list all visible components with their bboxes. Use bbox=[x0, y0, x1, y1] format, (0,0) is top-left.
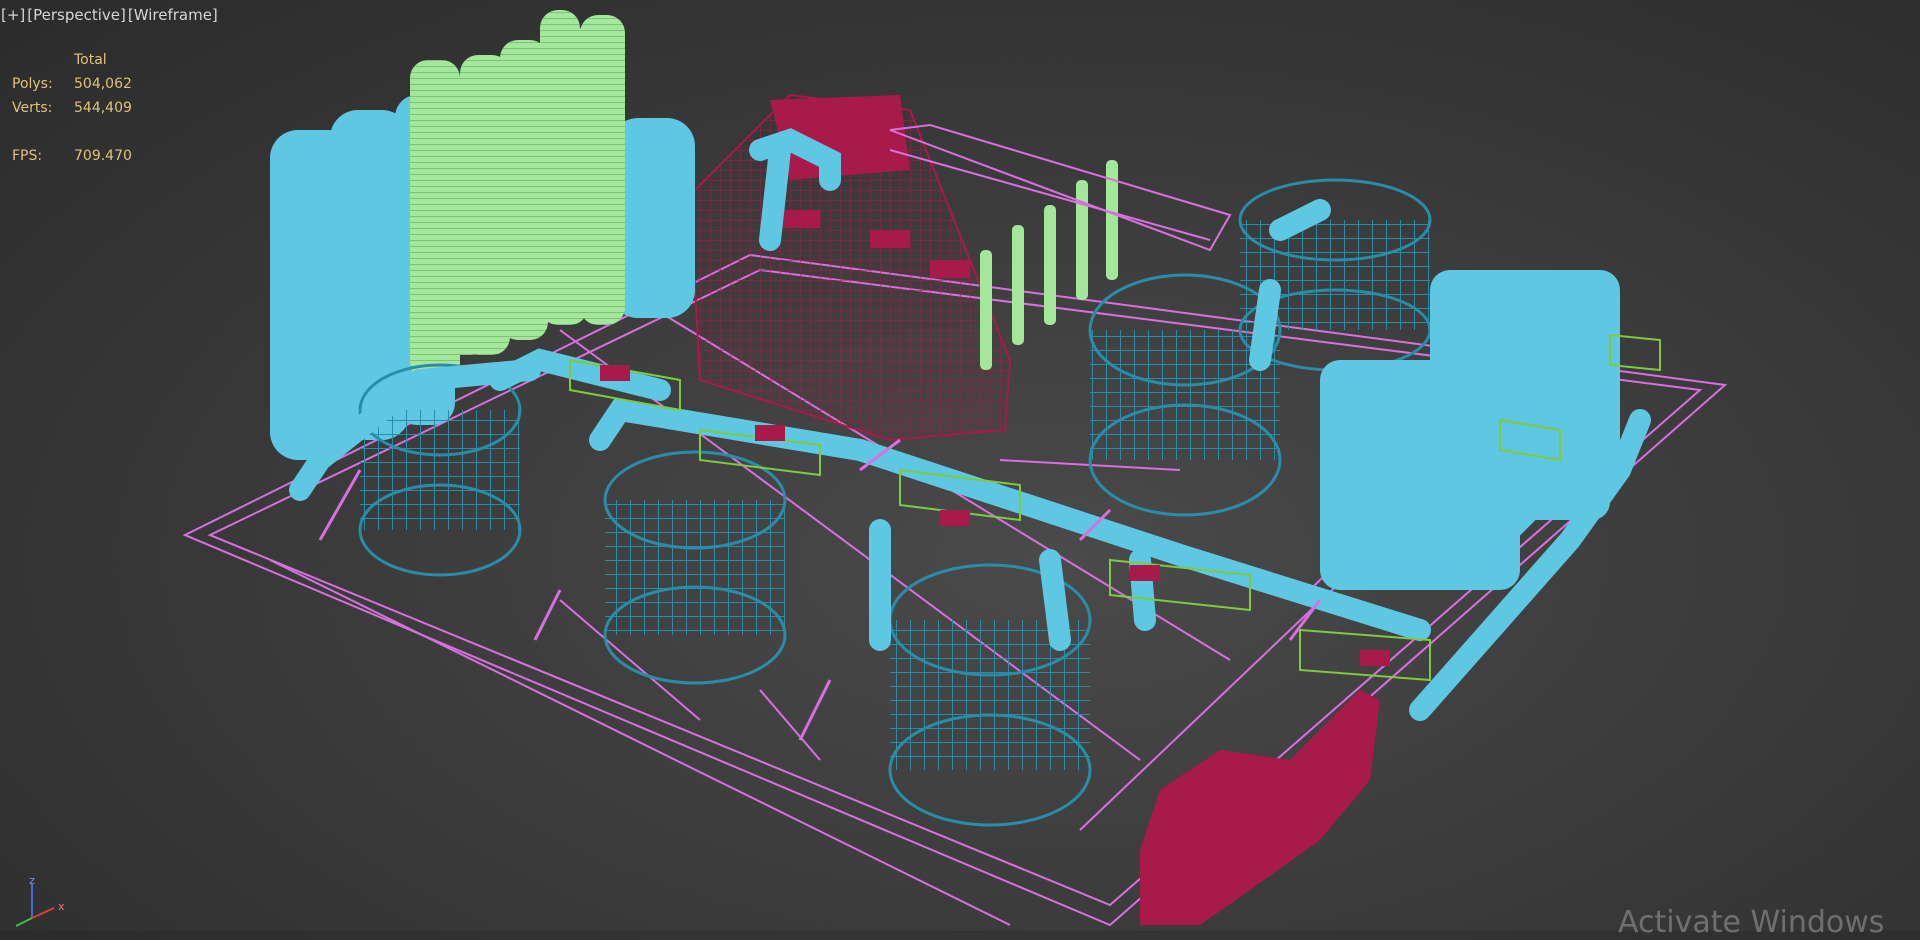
tank-2 bbox=[603, 450, 787, 685]
viewport-scene[interactable] bbox=[0, 0, 1920, 931]
crimson-equipment bbox=[1140, 690, 1380, 925]
activate-windows-watermark: Activate Windows bbox=[1618, 905, 1885, 940]
gizmo-x-label: x bbox=[58, 900, 64, 913]
axis-gizmo-icon: z x bbox=[15, 874, 64, 927]
main-building bbox=[688, 93, 1012, 442]
gizmo-z-label: z bbox=[29, 874, 35, 887]
green-towers bbox=[410, 10, 625, 380]
